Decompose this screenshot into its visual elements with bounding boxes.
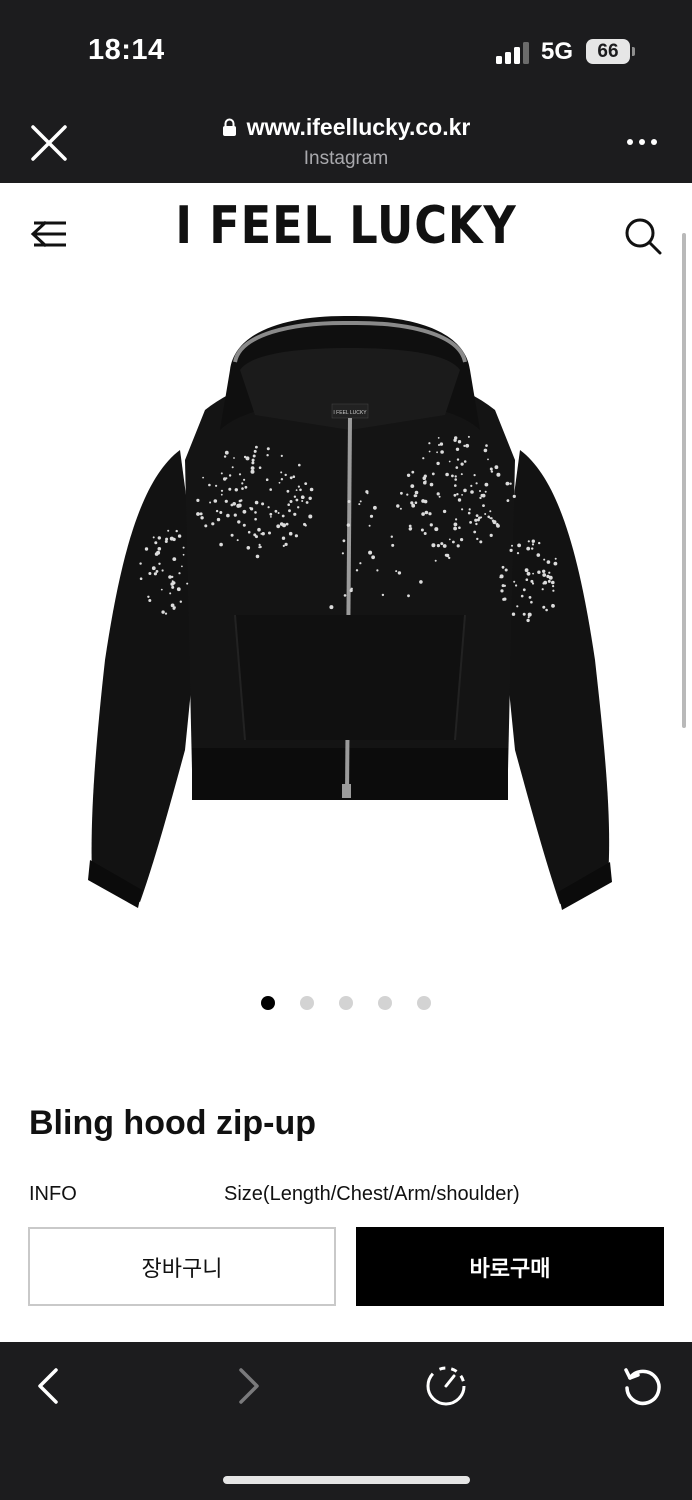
carousel-dot[interactable] [378,996,392,1010]
carousel-dots[interactable] [0,996,692,1010]
site-logo[interactable]: I FEEL LUCKY [48,196,643,256]
carousel-dot[interactable] [417,996,431,1010]
lock-icon [222,118,236,136]
network-type: 5G [541,38,574,65]
page-scrollbar[interactable] [682,233,686,728]
status-time: 18:14 [88,34,165,66]
buy-now-button[interactable]: 바로구매 [356,1227,664,1306]
add-to-cart-button[interactable]: 장바구니 [28,1227,336,1306]
carousel-dot[interactable] [339,996,353,1010]
product-image[interactable]: I FEEL LUCKY [60,300,640,930]
forward-icon[interactable] [226,1364,270,1408]
carousel-dot[interactable] [300,996,314,1010]
reload-icon[interactable] [620,1364,664,1408]
browser-bar: www.ifeellucky.co.kr Instagram [0,100,692,183]
carousel-dot[interactable] [261,996,275,1010]
url-text: www.ifeellucky.co.kr [246,114,471,140]
info-label[interactable]: INFO [29,1183,77,1206]
home-indicator[interactable] [223,1476,470,1484]
status-bar: 18:14 5G 66 [0,0,692,100]
signal-icon [496,42,532,64]
battery-cap [632,47,635,56]
safari-compass-icon[interactable] [424,1364,468,1408]
more-icon[interactable] [626,138,658,146]
source-label: Instagram [303,148,389,169]
battery-icon: 66 [586,39,630,64]
product-title: Bling hood zip-up [29,1104,317,1142]
search-icon[interactable] [624,217,662,255]
back-icon[interactable] [27,1364,71,1408]
site-header: I FEEL LUCKY [0,183,692,283]
address-area[interactable]: www.ifeellucky.co.kr Instagram [0,114,692,170]
size-label: Size(Length/Chest/Arm/shoulder) [224,1183,520,1205]
product-tag-label: I FEEL LUCKY [333,410,367,416]
